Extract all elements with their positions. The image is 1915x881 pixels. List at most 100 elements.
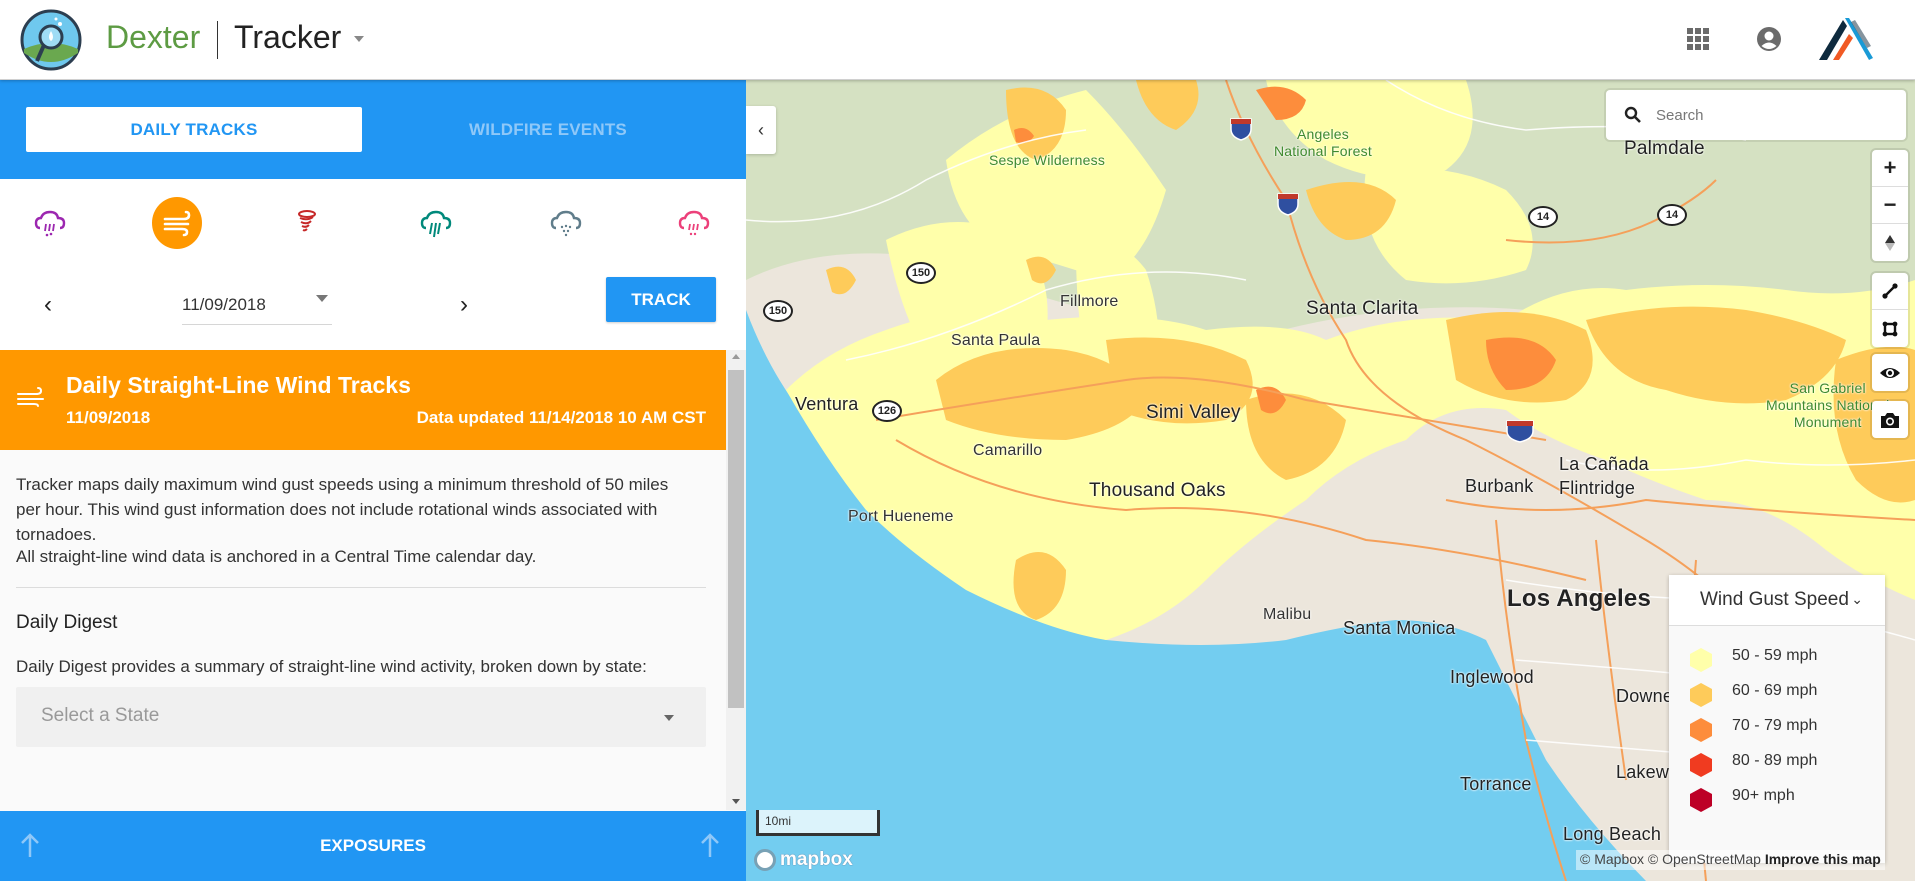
route-shield: 126 [872,400,902,422]
peril-hail-button[interactable] [24,197,76,249]
tracks-content: Daily Straight-Line Wind Tracks 11/09/20… [0,350,726,810]
map-label-line: Mountains National [1766,397,1890,413]
search-input[interactable] [1656,102,1886,128]
legend-title: Wind Gust Speed [1700,589,1849,610]
map-label-line: National Forest [1274,143,1372,159]
hexagon-swatch-icon [1690,648,1712,672]
map-label-line: Flintridge [1559,478,1636,498]
scrollbar-thumb[interactable] [728,370,744,708]
search-icon [1624,106,1641,123]
improve-map-link[interactable]: Improve this map [1765,851,1881,867]
tab-daily-tracks[interactable]: DAILY TRACKS [26,107,362,152]
apps-grid-icon[interactable] [1687,28,1709,50]
rain-cloud-icon [420,210,452,238]
draw-line-button[interactable] [1872,273,1908,310]
mapbox-logo-text: mapbox [780,849,853,870]
peril-selector [0,179,746,271]
legend-item: 90+ mph [1689,785,1879,813]
visibility-control [1872,354,1908,391]
legend-label: 90+ mph [1732,787,1795,804]
map-label-burbank: Burbank [1465,476,1534,496]
legend-label: 70 - 79 mph [1732,717,1818,734]
snow-cloud-icon [550,210,582,237]
map-label-simi-valley: Simi Valley [1146,402,1241,423]
map-view[interactable]: Palmdale Sespe Wilderness Angeles Nationa… [746,80,1915,881]
date-value: 11/09/2018 [182,295,266,314]
map-label-line: Monument [1793,414,1862,430]
compass-icon [1885,234,1895,251]
interstate-shield-icon [1230,118,1252,141]
scroll-down-arrow-icon[interactable] [732,799,740,804]
map-label-inglewood: Inglewood [1450,667,1534,687]
state-select[interactable]: Select a State [16,687,706,747]
chevron-down-icon: ⌄ [1851,591,1863,607]
daily-digest-heading: Daily Digest [16,612,118,633]
mapbox-logo-icon [754,849,776,871]
map-label-santa-clarita: Santa Clarita [1306,298,1419,319]
banner-date: 11/09/2018 [66,408,151,427]
compass-button[interactable] [1872,224,1908,261]
mixed-precip-cloud-icon [678,210,710,236]
legend-item: 80 - 89 mph [1689,750,1879,778]
caret-down-icon [664,715,674,721]
description-text: Tracker maps daily maximum wind gust spe… [16,475,669,544]
scroll-up-arrow-icon[interactable] [732,354,740,359]
hexagon-swatch-icon [1690,683,1712,707]
map-label-thousand-oaks: Thousand Oaks [1089,480,1226,501]
interstate-shield-icon [1506,420,1534,443]
map-search[interactable] [1606,90,1906,140]
legend-item: 50 - 59 mph [1689,645,1879,673]
dexter-logo-icon[interactable] [20,9,82,71]
zoom-out-button[interactable]: − [1872,187,1908,224]
map-label-fillmore: Fillmore [1060,293,1119,310]
brand-separator [217,21,218,59]
panel-scrollbar[interactable] [726,350,746,810]
map-label-sespe-wilderness: Sespe Wilderness [989,152,1106,168]
screenshot-control [1872,401,1908,438]
eye-icon [1880,367,1900,378]
camera-icon [1881,412,1899,428]
route-shield: 14 [1528,206,1558,228]
peril-wind-button[interactable] [152,197,202,249]
caret-down-icon[interactable] [354,36,364,42]
visibility-toggle-button[interactable] [1872,354,1908,391]
peril-tornado-button[interactable] [280,197,332,249]
interstate-shield [1277,192,1299,216]
map-label-downey: Downe [1616,686,1674,706]
map-label-malibu: Malibu [1263,606,1312,623]
map-label-san-gabriel-monument: San Gabriel Mountains National Monument [1766,380,1889,431]
next-day-button[interactable]: › [452,291,476,318]
map-label-ventura: Ventura [795,394,859,414]
attribution-text[interactable]: © Mapbox © OpenStreetMap [1580,851,1761,867]
date-controls: ‹ 11/09/2018 › TRACK [0,271,746,351]
app-header: Dexter Tracker [0,0,1915,80]
wind-icon [17,387,44,407]
date-picker[interactable]: 11/09/2018 [182,289,332,325]
draw-polygon-button[interactable] [1872,310,1908,347]
company-logo-icon[interactable] [1815,16,1875,62]
product-switcher[interactable]: Tracker [234,19,341,56]
peril-snow-button[interactable] [540,197,592,249]
mapbox-logo[interactable]: mapbox [754,848,853,872]
tab-wildfire-events[interactable]: WILDFIRE EVENTS [380,107,716,152]
previous-day-button[interactable]: ‹ [36,291,60,318]
timezone-note: All straight-line wind data is anchored … [16,547,537,566]
peril-rain-button[interactable] [410,197,462,249]
account-circle-icon[interactable] [1756,26,1782,52]
track-button[interactable]: TRACK [606,277,716,322]
legend-header-toggle[interactable]: Wind Gust Speed ⌄ [1669,575,1885,626]
map-label-port-hueneme: Port Hueneme [848,508,954,525]
legend-label: 60 - 69 mph [1732,682,1818,699]
map-label-palmdale: Palmdale [1624,138,1705,159]
map-label-lakewood: Lakew [1616,762,1670,782]
collapse-panel-button[interactable]: ‹ [746,106,776,154]
wind-icon [163,210,191,237]
map-label-line: La Cañada [1559,454,1649,474]
zoom-in-button[interactable]: + [1872,150,1908,187]
peril-mixed-button[interactable] [668,197,720,249]
screenshot-button[interactable] [1872,401,1908,438]
caret-down-icon[interactable] [316,295,328,302]
exposures-drawer-toggle[interactable]: EXPOSURES [0,811,746,881]
map-label-angeles-nf: Angeles National Forest [1274,126,1372,160]
daily-digest-description: Daily Digest provides a summary of strai… [16,657,647,676]
